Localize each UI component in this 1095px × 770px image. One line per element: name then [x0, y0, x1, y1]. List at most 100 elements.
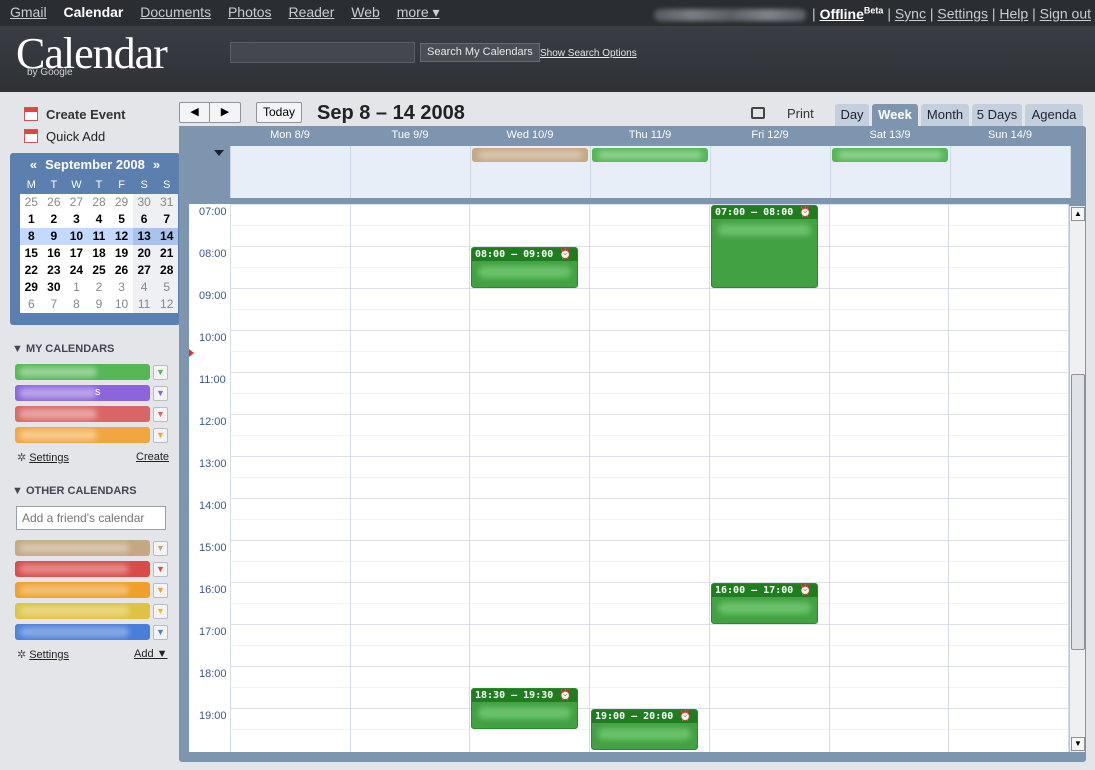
mini-cal-day[interactable]: 7 — [155, 211, 178, 228]
my-calendars-title[interactable]: ▼ MY CALENDARS — [12, 343, 114, 355]
offline-link[interactable]: Offline — [820, 6, 864, 22]
day-header-mon[interactable]: Mon 8/9 — [230, 129, 350, 145]
calendar-event[interactable]: 08:00 – 09:00 ⏰ — [471, 247, 578, 288]
day-header-sun[interactable]: Sun 14/9 — [950, 129, 1070, 145]
all-day-event[interactable] — [832, 148, 948, 162]
mini-cal-day[interactable]: 4 — [132, 279, 156, 296]
other-calendar-item[interactable] — [15, 582, 150, 598]
my-calendar-item[interactable] — [15, 427, 150, 443]
my-cal-settings-link[interactable]: ✲ Settings — [17, 451, 69, 464]
mini-cal-day[interactable]: 5 — [155, 279, 178, 296]
tab-agenda[interactable]: Agenda — [1025, 104, 1083, 126]
other-calendars-title[interactable]: ▼ OTHER CALENDARS — [12, 485, 137, 497]
add-calendar-link[interactable]: Add ▼ — [134, 648, 168, 660]
nav-web[interactable]: Web — [351, 4, 380, 20]
search-button[interactable]: Search My Calendars — [420, 43, 540, 62]
chevron-down-icon[interactable]: ▼ — [153, 365, 168, 380]
mini-cal-prev-icon[interactable]: « — [30, 157, 37, 172]
other-calendar-item[interactable] — [15, 561, 150, 577]
mini-cal-day[interactable]: 8 — [20, 228, 43, 245]
calendar-event[interactable]: 16:00 – 17:00 ⏰ — [711, 583, 818, 624]
chevron-down-icon[interactable]: ▼ — [153, 625, 168, 640]
mini-cal-day[interactable]: 16 — [43, 245, 66, 262]
mini-cal-day[interactable]: 11 — [132, 296, 156, 313]
chevron-down-icon[interactable]: ▼ — [153, 407, 168, 422]
tab-month[interactable]: Month — [921, 104, 969, 126]
mini-cal-day[interactable]: 26 — [110, 262, 133, 279]
all-day-event[interactable] — [592, 148, 708, 162]
mini-cal-day[interactable]: 3 — [65, 211, 88, 228]
other-cal-settings-link[interactable]: ✲ Settings — [17, 648, 69, 661]
mini-cal-next-icon[interactable]: » — [153, 157, 160, 172]
mini-cal-day[interactable]: 29 — [20, 279, 43, 296]
mini-cal-day[interactable]: 27 — [132, 262, 156, 279]
scroll-down-button[interactable]: ▼ — [1071, 737, 1085, 751]
mini-cal-day[interactable]: 25 — [20, 194, 43, 211]
all-day-event[interactable] — [472, 148, 588, 162]
mini-cal-day[interactable]: 7 — [43, 296, 66, 313]
mini-cal-day[interactable]: 22 — [20, 262, 43, 279]
mini-cal-day[interactable]: 28 — [88, 194, 111, 211]
nav-gmail[interactable]: Gmail — [10, 4, 47, 20]
calendar-event[interactable]: 19:00 – 20:00 ⏰ — [591, 709, 698, 750]
mini-cal-day[interactable]: 6 — [132, 211, 156, 228]
mini-cal-day[interactable]: 17 — [65, 245, 88, 262]
prev-week-button[interactable]: ◀ — [180, 103, 210, 122]
mini-cal-day[interactable]: 1 — [65, 279, 88, 296]
mini-cal-day[interactable]: 12 — [110, 228, 133, 245]
mini-cal-day[interactable]: 31 — [155, 194, 178, 211]
mini-cal-day[interactable]: 27 — [65, 194, 88, 211]
day-header-sat[interactable]: Sat 13/9 — [830, 129, 950, 145]
mini-cal-day[interactable]: 25 — [88, 262, 111, 279]
mini-cal-day[interactable]: 29 — [110, 194, 133, 211]
mini-cal-day[interactable]: 1 — [20, 211, 43, 228]
mini-cal-day[interactable]: 26 — [43, 194, 66, 211]
calendar-event[interactable]: 18:30 – 19:30 ⏰ — [471, 688, 578, 729]
nav-photos[interactable]: Photos — [228, 4, 272, 20]
tab-day[interactable]: Day — [835, 104, 869, 126]
mini-cal-day[interactable]: 19 — [110, 245, 133, 262]
search-options-link[interactable]: Show Search Options — [540, 48, 637, 59]
other-calendar-item[interactable] — [15, 603, 150, 619]
day-header-fri[interactable]: Fri 12/9 — [710, 129, 830, 145]
mini-cal-day[interactable]: 20 — [132, 245, 156, 262]
chevron-down-icon[interactable]: ▼ — [153, 386, 168, 401]
mini-cal-day[interactable]: 3 — [110, 279, 133, 296]
mini-cal-day[interactable]: 21 — [155, 245, 178, 262]
chevron-down-icon[interactable]: ▼ — [153, 541, 168, 556]
my-calendar-item[interactable]: s — [15, 385, 150, 401]
mini-cal-day[interactable]: 2 — [43, 211, 66, 228]
scroll-up-button[interactable]: ▲ — [1071, 207, 1085, 221]
help-link[interactable]: Help — [999, 6, 1028, 22]
settings-link[interactable]: Settings — [937, 6, 988, 22]
sign-out-link[interactable]: Sign out — [1040, 6, 1091, 22]
mini-cal-day[interactable]: 2 — [88, 279, 111, 296]
my-calendar-item[interactable] — [15, 364, 150, 380]
mini-cal-day[interactable]: 14 — [155, 228, 178, 245]
mini-cal-day[interactable]: 11 — [87, 228, 111, 245]
mini-cal-day[interactable]: 10 — [110, 296, 133, 313]
sync-link[interactable]: Sync — [895, 6, 926, 22]
mini-cal-day[interactable]: 4 — [88, 211, 111, 228]
scrollbar-thumb[interactable] — [1071, 374, 1085, 650]
nav-documents[interactable]: Documents — [140, 4, 211, 20]
tab-5-days[interactable]: 5 Days — [972, 104, 1022, 126]
chevron-down-icon[interactable]: ▼ — [153, 583, 168, 598]
create-calendar-link[interactable]: Create — [136, 451, 169, 463]
other-calendar-item[interactable] — [15, 624, 150, 640]
nav-more[interactable]: more ▾ — [397, 4, 440, 20]
mini-cal-day[interactable]: 23 — [43, 262, 66, 279]
mini-cal-day[interactable]: 10 — [65, 228, 88, 245]
mini-cal-day[interactable]: 8 — [65, 296, 88, 313]
my-calendar-item[interactable] — [15, 406, 150, 422]
grid-scrollbar[interactable]: ▲ ▼ — [1069, 206, 1085, 752]
time-grid[interactable]: 07:00 08:00 09:00 10:00 11:00 12:00 13:00 14:00… — [189, 204, 1069, 752]
calendar-event[interactable]: 07:00 – 08:00 ⏰ — [711, 205, 818, 288]
mini-cal-day[interactable]: 24 — [65, 262, 88, 279]
search-input[interactable] — [230, 42, 415, 63]
day-header-wed[interactable]: Wed 10/9 — [470, 129, 590, 145]
add-friend-calendar-input[interactable] — [16, 506, 166, 530]
mini-cal-day[interactable]: 9 — [88, 296, 111, 313]
mini-cal-day[interactable]: 13 — [132, 228, 156, 245]
next-week-button[interactable]: ▶ — [210, 103, 240, 122]
